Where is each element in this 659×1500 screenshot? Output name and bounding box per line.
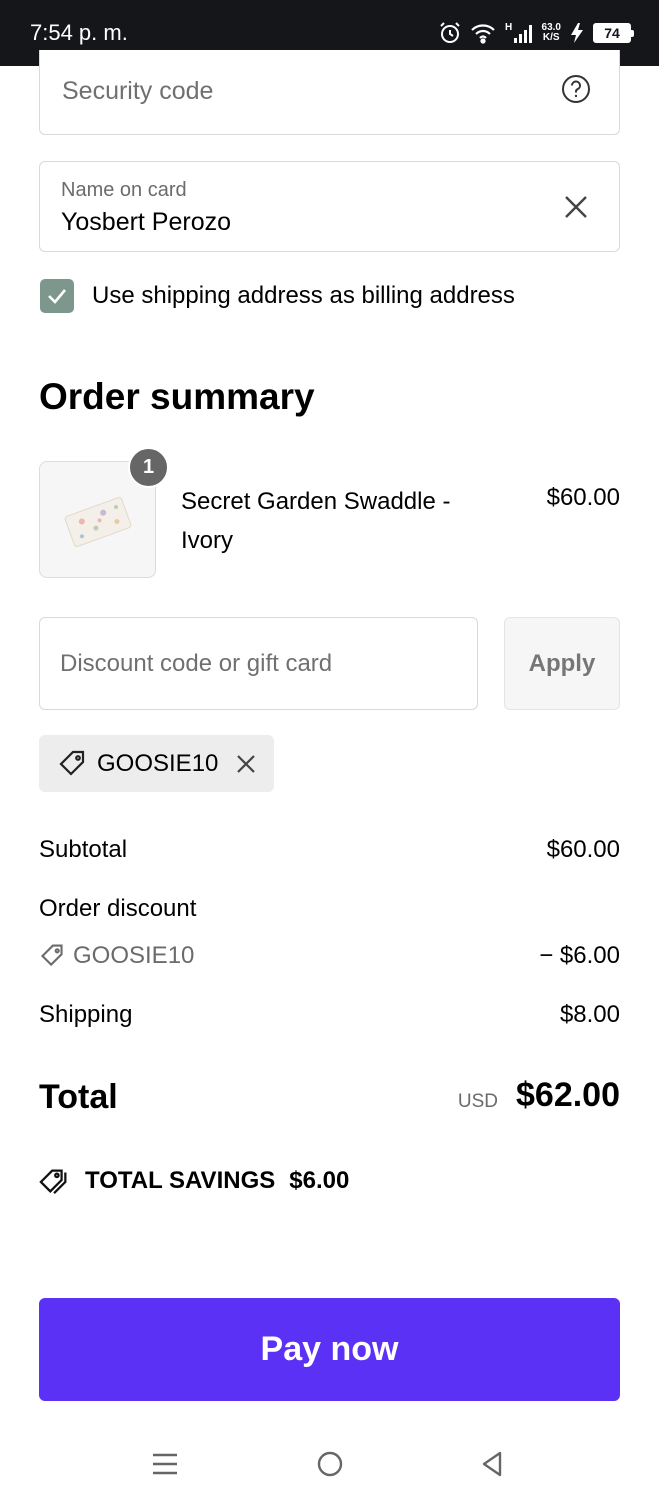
- product-name: Secret Garden Swaddle - Ivory: [181, 488, 451, 554]
- discount-code-field[interactable]: [39, 617, 478, 710]
- clear-icon[interactable]: [563, 194, 589, 220]
- pay-now-button[interactable]: Pay now: [39, 1298, 620, 1401]
- check-icon: [48, 289, 66, 304]
- order-discount-code: GOOSIE10: [39, 942, 620, 970]
- menu-icon: [153, 1453, 177, 1475]
- status-icons: H 63.0 K/S 74: [438, 18, 634, 48]
- quantity-badge: 1: [128, 447, 169, 488]
- shipping-row: Shipping $8.00: [39, 1001, 620, 1029]
- remove-code-button[interactable]: [236, 754, 256, 774]
- discount-code-input[interactable]: [60, 642, 450, 686]
- total-amount: $62.00: [516, 1076, 620, 1114]
- order-discount-label: Order discount: [39, 895, 197, 922]
- help-icon[interactable]: [561, 74, 591, 104]
- total-savings-row: TOTAL SAVINGS $6.00: [39, 1166, 349, 1196]
- alarm-icon: [439, 22, 460, 43]
- order-discount-code-row: GOOSIE10 − $6.00: [39, 942, 620, 970]
- product-price: $60.00: [546, 484, 620, 511]
- status-time: 7:54 p. m.: [30, 20, 128, 45]
- total-row: Total USD $62.00: [39, 1074, 620, 1120]
- subtotal-value: $60.00: [546, 836, 620, 863]
- tags-icon: [39, 1169, 67, 1195]
- home-button[interactable]: [310, 1448, 350, 1480]
- name-on-card-value[interactable]: Yosbert Perozo: [61, 208, 231, 237]
- close-icon: [237, 754, 256, 773]
- subtotal-row: Subtotal $60.00: [39, 836, 620, 864]
- navigation-bar: [0, 1426, 659, 1500]
- shipping-value: $8.00: [559, 1001, 620, 1028]
- signal-type: H: [505, 22, 512, 33]
- order-discount-value: − $6.00: [539, 942, 620, 969]
- back-triangle-icon: [482, 1451, 502, 1477]
- order-discount-code-text: GOOSIE10: [73, 942, 195, 969]
- total-savings-value: $6.00: [289, 1167, 350, 1194]
- battery-icon: 74: [593, 23, 634, 43]
- apply-button[interactable]: Apply: [504, 617, 620, 710]
- shipping-label: Shipping: [39, 1001, 133, 1028]
- net-speed-unit: K/S: [542, 32, 560, 43]
- security-code-field[interactable]: Security code: [39, 50, 620, 135]
- back-button[interactable]: [472, 1448, 512, 1480]
- billing-checkbox[interactable]: [40, 279, 74, 313]
- tag-icon: [59, 750, 85, 776]
- name-on-card-field[interactable]: Name on card Yosbert Perozo: [39, 161, 620, 252]
- total-savings-label: TOTAL SAVINGS: [85, 1167, 276, 1194]
- signal-icon: H: [505, 22, 532, 43]
- total-label: Total: [39, 1078, 118, 1116]
- subtotal-label: Subtotal: [39, 836, 128, 863]
- wifi-icon: [470, 24, 495, 44]
- billing-address-option[interactable]: Use shipping address as billing address: [40, 279, 515, 313]
- total-currency: USD: [457, 1091, 498, 1112]
- name-on-card-label: Name on card: [61, 179, 187, 201]
- applied-code: GOOSIE10: [97, 749, 219, 777]
- security-code-placeholder: Security code: [62, 77, 214, 105]
- order-summary-title: Order summary: [39, 376, 315, 417]
- home-circle-icon: [317, 1451, 343, 1477]
- applied-discount-chip: GOOSIE10: [39, 735, 274, 792]
- net-speed: 63.0 K/S: [542, 23, 561, 43]
- charging-icon: [571, 23, 583, 43]
- tag-icon: [40, 944, 63, 967]
- order-discount-row: Order discount: [39, 895, 620, 923]
- recent-apps-button[interactable]: [145, 1448, 185, 1480]
- billing-checkbox-label[interactable]: Use shipping address as billing address: [92, 282, 515, 310]
